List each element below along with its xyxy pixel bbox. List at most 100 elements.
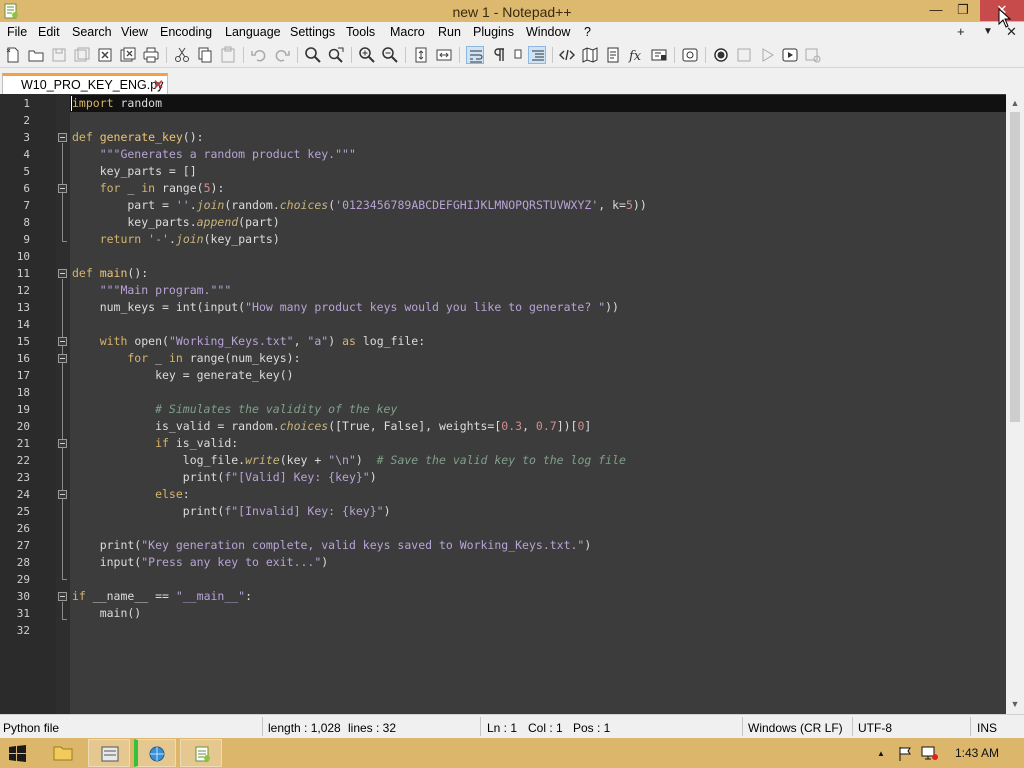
fold-toggle-icon[interactable] xyxy=(58,269,67,278)
save-all-icon[interactable] xyxy=(73,46,91,64)
line-number: 3 xyxy=(23,131,30,144)
tab-bar: W10_PRO_KEY_ENG.py ✕ xyxy=(0,68,1024,94)
replace-icon[interactable] xyxy=(327,46,345,64)
line-number: 30 xyxy=(16,590,30,603)
menu-tools[interactable]: Tools xyxy=(346,25,375,39)
code-line-12: """Main program.""" xyxy=(72,283,232,297)
xml-tag-icon[interactable] xyxy=(558,46,576,64)
scroll-down-icon[interactable]: ▼ xyxy=(1009,698,1021,710)
fold-toggle-icon[interactable] xyxy=(58,592,67,601)
zoom-out-icon[interactable] xyxy=(381,46,399,64)
code-line-17: key = generate_key() xyxy=(72,368,294,382)
status-separator xyxy=(480,717,481,736)
line-number: 27 xyxy=(16,539,30,552)
mouse-pointer-icon xyxy=(998,8,1012,28)
line-number: 8 xyxy=(23,216,30,229)
action-center-flag-icon[interactable] xyxy=(898,746,914,761)
document-map-icon[interactable] xyxy=(528,46,546,64)
line-number: 21 xyxy=(16,437,30,450)
server-icon xyxy=(101,746,119,762)
menu-edit[interactable]: Edit xyxy=(38,25,60,39)
menu-plugins[interactable]: Plugins xyxy=(473,25,514,39)
monitoring-icon[interactable] xyxy=(681,46,699,64)
fold-toggle-icon[interactable] xyxy=(58,337,67,346)
map-icon[interactable] xyxy=(581,46,599,64)
network-tray-icon[interactable] xyxy=(921,746,939,761)
fold-toggle-icon[interactable] xyxy=(58,490,67,499)
find-icon[interactable] xyxy=(304,46,322,64)
status-lines: lines : 32 xyxy=(348,721,397,735)
sync-horizontal-icon[interactable] xyxy=(435,46,453,64)
menu-window[interactable]: Window xyxy=(526,25,570,39)
network-taskbar-button[interactable] xyxy=(134,739,176,767)
menu-macro[interactable]: Macro xyxy=(390,25,425,39)
maximize-button[interactable]: ❐ xyxy=(950,0,976,21)
word-wrap-icon[interactable] xyxy=(466,46,484,64)
minimize-button[interactable]: — xyxy=(922,0,950,21)
tab-close-icon[interactable]: ✕ xyxy=(153,77,164,93)
menu-search[interactable]: Search xyxy=(72,25,112,39)
tab-w10-pro-key-eng[interactable]: W10_PRO_KEY_ENG.py ✕ xyxy=(2,73,168,94)
menu-run[interactable]: Run xyxy=(438,25,461,39)
new-file-icon[interactable] xyxy=(4,46,22,64)
line-number: 12 xyxy=(16,284,30,297)
folder-workspace-icon[interactable] xyxy=(650,46,668,64)
fold-guide xyxy=(62,579,67,580)
notepadpp-icon xyxy=(195,746,210,762)
redo-icon[interactable] xyxy=(273,46,291,64)
save-macro-icon[interactable] xyxy=(804,46,822,64)
copy-icon[interactable] xyxy=(196,46,214,64)
show-all-chars-icon[interactable] xyxy=(490,46,508,64)
close-icon[interactable] xyxy=(96,46,114,64)
indent-guide-icon[interactable] xyxy=(510,46,528,64)
open-file-icon[interactable] xyxy=(27,46,45,64)
toolbar-separator xyxy=(297,47,298,63)
editor[interactable]: 1 2 3 4 5 6 7 8 9 10 11 12 13 14 15 16 1… xyxy=(0,94,1024,714)
line-number: 14 xyxy=(16,318,30,331)
fold-toggle-icon[interactable] xyxy=(58,354,67,363)
print-icon[interactable] xyxy=(142,46,160,64)
fold-toggle-icon[interactable] xyxy=(58,439,67,448)
code-line-30: if __name__ == "__main__": xyxy=(72,589,253,603)
fold-toggle-icon[interactable] xyxy=(58,133,67,142)
toolbar: fx xyxy=(0,42,1024,68)
menu-language[interactable]: Language xyxy=(225,25,281,39)
menu-view[interactable]: View xyxy=(121,25,148,39)
new-tab-plus-icon[interactable]: + xyxy=(957,24,965,39)
start-button[interactable] xyxy=(0,739,36,767)
stop-macro-icon[interactable] xyxy=(735,46,753,64)
folder-icon xyxy=(53,746,73,761)
function-list-icon[interactable]: fx xyxy=(627,46,645,64)
scrollbar-thumb[interactable] xyxy=(1010,112,1020,422)
scroll-up-icon[interactable]: ▲ xyxy=(1009,97,1021,109)
tab-list-dropdown-icon[interactable]: ▼ xyxy=(983,26,993,37)
zoom-in-icon[interactable] xyxy=(358,46,376,64)
record-macro-icon[interactable] xyxy=(712,46,730,64)
cut-icon[interactable] xyxy=(173,46,191,64)
document-list-icon[interactable] xyxy=(604,46,622,64)
close-all-icon[interactable] xyxy=(119,46,137,64)
taskbar-clock[interactable]: 1:43 AM xyxy=(955,746,999,760)
notepadpp-taskbar-button[interactable] xyxy=(180,739,222,767)
run-macro-multiple-icon[interactable] xyxy=(781,46,799,64)
sync-vertical-icon[interactable] xyxy=(412,46,430,64)
vertical-scrollbar[interactable]: ▲ ▼ xyxy=(1006,94,1024,714)
paste-icon[interactable] xyxy=(219,46,237,64)
toolbar-separator xyxy=(459,47,460,63)
file-explorer-taskbar-button[interactable] xyxy=(42,739,84,767)
code-line-23: print(f"[Valid] Key: {key}") xyxy=(72,470,377,484)
menu-encoding[interactable]: Encoding xyxy=(160,25,212,39)
fold-toggle-icon[interactable] xyxy=(58,184,67,193)
tray-overflow-icon[interactable]: ▲ xyxy=(877,749,885,758)
tab-label: W10_PRO_KEY_ENG.py xyxy=(21,78,164,92)
fold-guide xyxy=(62,602,63,619)
undo-icon[interactable] xyxy=(250,46,268,64)
menu-file[interactable]: File xyxy=(7,25,27,39)
menu-settings[interactable]: Settings xyxy=(290,25,335,39)
code-line-24: else: xyxy=(72,487,190,501)
server-manager-taskbar-button[interactable] xyxy=(88,739,130,767)
save-icon[interactable] xyxy=(50,46,68,64)
play-macro-icon[interactable] xyxy=(758,46,776,64)
code-line-28: input("Press any key to exit...") xyxy=(72,555,329,569)
menu-help[interactable]: ? xyxy=(584,25,591,39)
